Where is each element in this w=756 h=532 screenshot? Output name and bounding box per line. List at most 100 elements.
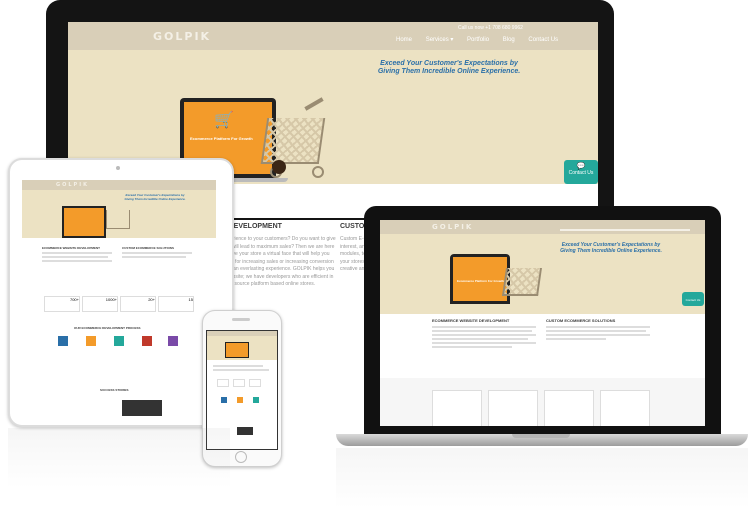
text-line [546, 326, 650, 328]
contact-us-tab[interactable]: 💬 Contact Us [564, 160, 598, 184]
laptop-nav [560, 229, 690, 231]
paragraph-line: e website; we have developers who are ef… [222, 273, 334, 280]
golpik-logo[interactable]: GOLPIK [153, 30, 211, 43]
card [544, 390, 594, 426]
nav-home[interactable]: Home [396, 37, 412, 43]
text-line [546, 330, 646, 332]
process-icon [114, 336, 124, 346]
laptop-logo: GOLPIK [432, 223, 474, 231]
nav-blog[interactable]: Blog [503, 37, 515, 43]
text-line [432, 338, 528, 340]
paragraph-line: nities for increasing sales or increasin… [222, 258, 334, 265]
stat-box: 20+ [120, 296, 156, 312]
nav-contact[interactable]: Contact Us [528, 37, 558, 43]
phone-hero [207, 336, 277, 360]
success-screenshot [237, 427, 253, 435]
text-line [432, 334, 536, 336]
tablet-hero: Exceed Your Customer's Expectations by G… [22, 190, 216, 238]
text-line [546, 334, 650, 336]
laptop-hero-line2: Giving Them Incredible Online Experience… [560, 248, 662, 254]
tablet-header: GOLPIK [22, 180, 216, 190]
card [488, 390, 538, 426]
process-icon [237, 397, 243, 403]
header-phone: Call us now +1 708 680 9962 [458, 25, 523, 31]
laptop-hero-title: Exceed Your Customer's Expectations by G… [546, 242, 676, 254]
laptop-header: GOLPIK [380, 220, 705, 234]
process-icon [58, 336, 68, 346]
stat-value: 15 [188, 297, 193, 302]
phone-home-button[interactable] [235, 451, 247, 463]
chat-icon: 💬 [576, 163, 586, 170]
laptop-cart [502, 268, 542, 296]
process-icon [86, 336, 96, 346]
main-nav: Home Services ▾ Portfolio Blog Contact U… [384, 36, 558, 43]
laptop-screen: GOLPIK Exceed Your Customer's Expectatio… [380, 220, 705, 426]
tablet-illustration [62, 206, 106, 238]
laptop-illustration: Ecommerce Platform For Growth [450, 254, 510, 304]
tablet-stats: 700+ 1000+ 20+ 15 [44, 296, 194, 312]
paragraph-line: open source platform based online stores… [222, 281, 316, 287]
nav-portfolio[interactable]: Portfolio [467, 37, 489, 43]
tablet-success-title: SUCCESS STORIES [100, 388, 129, 392]
tablet-hero-line2: Giving Them Incredible Online Experience… [124, 196, 186, 201]
laptop-lower-section [380, 378, 705, 426]
text-line [213, 369, 269, 371]
hero-title-line1: Exceed Your Customer's Expectations by [380, 60, 518, 67]
cart-mesh [263, 118, 324, 162]
stat-box: 15 [158, 296, 194, 312]
process-icon [142, 336, 152, 346]
text-line [432, 326, 536, 328]
stat-value: 20+ [148, 297, 155, 302]
contact-tab-label: Contact Us [568, 170, 594, 176]
laptop-col1-title: ECOMMERCE WEBSITE DEVELOPMENT [432, 318, 510, 323]
laptop-notch [512, 434, 570, 438]
tablet-reflection [8, 428, 230, 488]
text-line [42, 260, 112, 262]
hero-title: Exceed Your Customer's Expectations by G… [354, 60, 544, 77]
nav-services[interactable]: Services ▾ [426, 37, 454, 43]
tablet-cart [106, 210, 130, 229]
coffee-cup [272, 160, 286, 174]
laptop-illustration-screen: Ecommerce Platform For Growth [453, 257, 507, 301]
text-line [42, 252, 112, 254]
cart-handle [304, 97, 324, 111]
tablet-col2-title: CUSTOM ECOMMERCE SOLUTIONS [122, 246, 174, 250]
hero-title-line2: Giving Them Incredible Online Experience… [377, 68, 521, 76]
text-line [432, 342, 536, 344]
stat-value: 700+ [69, 297, 79, 302]
shopping-cart-illustration [260, 118, 326, 164]
text-line [546, 338, 606, 340]
tablet-process-title: OUR ECOMMERCE DEVELOPMENT PROCESS [74, 326, 141, 330]
tablet-screen: GOLPIK Exceed Your Customer's Expectatio… [22, 180, 216, 418]
text-line [213, 365, 263, 367]
stat-box [249, 379, 261, 387]
stat-value: 1000+ [105, 297, 117, 302]
text-line [432, 330, 532, 332]
cart-icon: 🛒 [214, 112, 234, 129]
section-paragraph-left: experience to your customers? Do you wan… [222, 236, 340, 289]
illustration-title: Ecommerce Platform For Growth [190, 136, 253, 141]
stat-box: 700+ [44, 296, 80, 312]
text-line [42, 256, 108, 258]
text-line [432, 346, 512, 348]
stat-box [217, 379, 229, 387]
process-icon [168, 336, 178, 346]
paragraph-line: ners an everlasting experience. GOLPIK h… [222, 266, 335, 272]
process-icon [221, 397, 227, 403]
tablet-hero-title: Exceed Your Customer's Expectations by G… [110, 193, 200, 201]
success-screenshot [122, 400, 162, 416]
card [600, 390, 650, 426]
laptop-illustration-title: Ecommerce Platform For Growth [457, 279, 505, 283]
phone-speaker [232, 318, 250, 321]
laptop-contact-label: Contact Us [685, 298, 701, 302]
text-line [122, 256, 186, 258]
card [432, 390, 482, 426]
laptop-contact-tab[interactable]: Contact Us [682, 292, 704, 306]
site-header: GOLPIK Call us now +1 708 680 9962 Home … [68, 22, 598, 50]
process-icon [253, 397, 259, 403]
cart-mesh [504, 268, 540, 294]
stat-box: 1000+ [82, 296, 118, 312]
laptop-col2-title: CUSTOM ECOMMERCE SOLUTIONS [546, 318, 616, 323]
tablet-col1-title: ECOMMERCE WEBSITE DEVELOPMENT [42, 246, 101, 250]
laptop-reflection [336, 448, 748, 508]
